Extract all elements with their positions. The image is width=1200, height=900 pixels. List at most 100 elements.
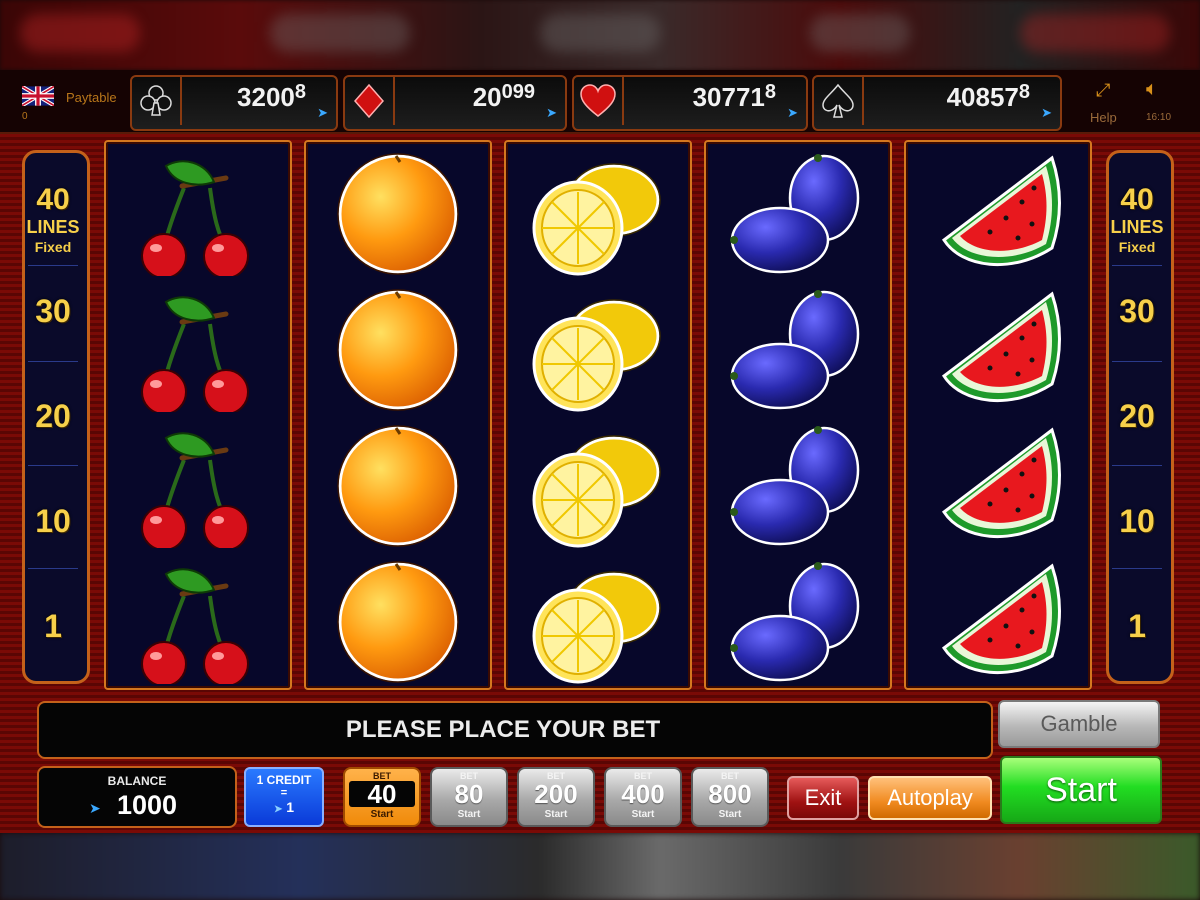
credit-label: 1 CREDIT <box>256 773 312 787</box>
balance-display: BALANCE ➤ 1000 <box>37 766 237 828</box>
divider <box>28 465 78 466</box>
line-marker-10: 10 <box>1119 503 1155 539</box>
arrow-icon: ➤ <box>546 105 557 120</box>
lemon-icon <box>532 435 661 548</box>
lines-label: LINES <box>26 217 80 237</box>
jackpot-heart: 307718 ➤ <box>572 75 808 131</box>
reel-1 <box>104 140 292 690</box>
gamble-button[interactable]: Gamble <box>998 700 1160 748</box>
heart-icon <box>574 77 624 125</box>
jackpot-diamond: 20099 ➤ <box>343 75 567 131</box>
line-marker-10: 10 <box>35 503 71 539</box>
bet-button-200[interactable]: BET 200 Start <box>517 767 595 827</box>
credit-value: 1 <box>286 799 295 815</box>
lines-label: LINES <box>1110 217 1164 237</box>
fixed-label: Fixed <box>34 239 72 255</box>
reel-2 <box>304 140 492 690</box>
arrow-icon: ➤ <box>317 105 328 120</box>
orange-icon <box>337 153 459 275</box>
lines-indicator-left: 40 LINES Fixed 30 20 10 1 <box>22 150 90 684</box>
jackpot-heart-cents: 8 <box>764 81 776 103</box>
jackpot-spade-cents: 8 <box>1018 81 1030 103</box>
club-icon <box>132 77 182 125</box>
slot-game: Paytable 0 32008 ➤ 20099 ➤ 307718 ➤ 4085… <box>0 70 1200 833</box>
background-blur-bottom <box>0 833 1200 900</box>
plum-icon <box>730 426 860 546</box>
divider <box>28 265 78 266</box>
bet-button-400[interactable]: BET 400 Start <box>604 767 682 827</box>
line-marker-30: 30 <box>1119 293 1155 329</box>
arrow-icon: ➤ <box>273 804 283 815</box>
orange-icon <box>337 425 459 547</box>
line-marker-1: 1 <box>44 608 62 644</box>
jackpot-heart-value: 30771 <box>692 82 765 112</box>
reel-3 <box>504 140 692 690</box>
line-marker-1: 1 <box>1128 608 1146 644</box>
divider <box>1112 465 1162 466</box>
speaker-icon[interactable]: 🔈︎ <box>1146 78 1158 101</box>
lemon-icon <box>532 163 661 276</box>
lemon-icon <box>532 571 661 684</box>
cherry-icon <box>141 296 249 412</box>
bet-value: 800 <box>708 779 752 809</box>
plum-icon <box>730 154 860 274</box>
jackpot-club-cents: 8 <box>294 81 306 103</box>
fixed-label: Fixed <box>1118 239 1156 255</box>
spade-icon <box>814 77 864 125</box>
start-button[interactable]: Start <box>1000 756 1162 824</box>
reel-5 <box>904 140 1092 690</box>
jackpot-diamond-value: 20 <box>472 82 502 112</box>
fullscreen-icon[interactable]: ⤢ <box>1096 80 1110 101</box>
status-message-text: PLEASE PLACE YOUR BET <box>345 716 661 743</box>
bet-button-800[interactable]: BET 800 Start <box>691 767 769 827</box>
jackpot-spade-value: 40857 <box>946 82 1019 112</box>
counter-value: 0 <box>22 111 28 122</box>
plum-icon <box>730 290 860 410</box>
divider <box>1112 265 1162 266</box>
bet-value: 400 <box>621 779 665 809</box>
background-blur-top <box>0 0 1200 70</box>
cherry-icon <box>141 432 249 548</box>
lines-count: 40 <box>1120 183 1154 216</box>
orange-icon <box>337 289 459 411</box>
divider <box>28 568 78 569</box>
balance-value: 1000 <box>117 790 178 820</box>
divider <box>1112 361 1162 362</box>
credit-equals: = <box>280 787 288 799</box>
jackpot-club: 32008 ➤ <box>130 75 338 131</box>
lemon-icon <box>532 299 661 412</box>
line-marker-20: 20 <box>1119 398 1155 434</box>
plum-icon <box>730 562 860 682</box>
watermelon-icon <box>941 563 1061 675</box>
bet-value: 80 <box>454 779 484 809</box>
divider <box>28 361 78 362</box>
bet-button-80[interactable]: BET 80 Start <box>430 767 508 827</box>
orange-icon <box>337 561 459 683</box>
exit-button[interactable]: Exit <box>787 776 859 820</box>
clock-time: 16:10 <box>1146 112 1172 123</box>
reel-4 <box>704 140 892 690</box>
bet-start-label: Start <box>457 809 481 820</box>
bet-start-label: Start <box>544 809 568 820</box>
help-area: ⤢ 🔈︎ Help 16:10 <box>1090 78 1190 126</box>
bet-value: 40 <box>349 781 415 807</box>
bet-button-40[interactable]: BET 40 Start <box>343 767 421 827</box>
autoplay-button[interactable]: Autoplay <box>868 776 992 820</box>
bet-start-label: Start <box>370 809 394 820</box>
cherry-icon <box>141 160 249 276</box>
watermelon-icon <box>941 291 1061 403</box>
status-message: PLEASE PLACE YOUR BET <box>37 701 993 759</box>
arrow-icon: ➤ <box>787 105 798 120</box>
uk-flag-icon[interactable] <box>22 86 54 106</box>
lines-count: 40 <box>36 183 70 216</box>
line-marker-30: 30 <box>35 293 71 329</box>
divider <box>1112 568 1162 569</box>
credit-value-button[interactable]: 1 CREDIT = ➤ 1 <box>244 767 324 827</box>
watermelon-icon <box>941 155 1061 267</box>
line-marker-20: 20 <box>35 398 71 434</box>
help-link[interactable]: Help <box>1090 110 1117 125</box>
jackpot-club-value: 3200 <box>237 82 295 112</box>
cherry-icon <box>141 568 249 684</box>
jackpot-diamond-cents: 099 <box>501 81 535 103</box>
paytable-link[interactable]: Paytable <box>66 90 117 105</box>
